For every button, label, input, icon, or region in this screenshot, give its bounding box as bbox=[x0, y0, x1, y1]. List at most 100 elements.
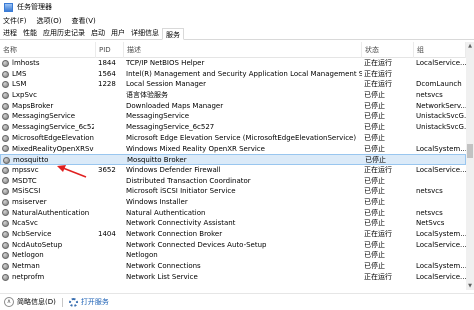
service-icon bbox=[2, 91, 9, 99]
service-pid bbox=[98, 250, 124, 261]
column-header-pid[interactable]: PID bbox=[96, 42, 124, 58]
table-row[interactable]: Netlogon Netlogon 已停止 bbox=[0, 250, 466, 261]
service-name: NaturalAuthentication bbox=[2, 208, 94, 219]
service-name: Netlogon bbox=[2, 250, 94, 261]
service-status: 已停止 bbox=[364, 262, 385, 271]
service-icon bbox=[2, 166, 9, 174]
table-row[interactable]: NcbService 1404 Network Connection Broker 正… bbox=[0, 229, 466, 240]
task-manager-icon bbox=[4, 2, 13, 12]
menu-view[interactable]: 查看(V) bbox=[71, 16, 95, 26]
service-pid: 1564 bbox=[98, 69, 116, 78]
table-row[interactable]: mosquitto Mosquitto Broker 已停止 bbox=[0, 154, 466, 165]
service-pid: 1404 bbox=[98, 230, 116, 238]
service-pid bbox=[98, 133, 124, 144]
table-row[interactable]: NcaSvc Network Connectivity Assistant 已停止 N… bbox=[0, 218, 466, 229]
service-icon bbox=[2, 252, 9, 260]
service-name-text: NcbService bbox=[12, 230, 52, 238]
table-row[interactable]: NaturalAuthentication Natural Authenticat… bbox=[0, 208, 466, 219]
service-name-text: MessagingService bbox=[12, 112, 76, 121]
tab-users[interactable]: 用户 bbox=[108, 27, 128, 39]
table-row[interactable]: MSiSCSI Microsoft iSCSI Initiator Service… bbox=[0, 186, 466, 197]
service-name: MessagingService bbox=[2, 111, 94, 122]
service-pid bbox=[98, 208, 124, 219]
service-name: lmhosts bbox=[2, 58, 94, 69]
column-header-group[interactable]: 组 bbox=[414, 42, 466, 58]
column-header-name[interactable]: 名称 bbox=[0, 42, 96, 58]
service-description: MessagingService bbox=[126, 112, 190, 121]
tab-processes[interactable]: 进程 bbox=[0, 27, 20, 39]
service-status: 正在运行 bbox=[364, 165, 392, 174]
service-name-text: msiserver bbox=[12, 197, 47, 206]
tab-services[interactable]: 服务 bbox=[162, 28, 184, 40]
service-description: Windows Defender Firewall bbox=[126, 165, 221, 174]
service-icon bbox=[2, 134, 9, 142]
scroll-thumb[interactable] bbox=[467, 144, 473, 158]
scroll-up-arrow-icon[interactable]: ▲ bbox=[466, 42, 474, 50]
service-description: MessagingService_6c527 bbox=[126, 123, 215, 132]
service-name-text: MixedRealityOpenXRSvc bbox=[12, 144, 94, 153]
service-name: msiserver bbox=[2, 197, 94, 208]
service-status: 正在运行 bbox=[364, 230, 392, 238]
column-header-description[interactable]: 描述 bbox=[124, 42, 362, 58]
scroll-down-arrow-icon[interactable]: ▼ bbox=[466, 282, 474, 290]
services-gear-icon[interactable] bbox=[68, 297, 78, 307]
service-status: 已停止 bbox=[364, 219, 385, 228]
service-group: LocalService... bbox=[416, 272, 466, 281]
table-row[interactable]: msiserver Windows Installer 已停止 bbox=[0, 197, 466, 208]
title-bar: 任务管理器 bbox=[0, 0, 474, 14]
service-description: 语言体验服务 bbox=[126, 91, 168, 100]
service-status: 正在运行 bbox=[364, 59, 392, 67]
table-row[interactable]: mpssvc 3652 Windows Defender Firewall 正在运行 L… bbox=[0, 165, 466, 176]
service-name: NcdAutoSetup bbox=[2, 240, 94, 251]
table-row[interactable]: LSM 1228 Local Session Manager 正在运行 DcomLaun… bbox=[0, 79, 466, 90]
table-body: lmhosts 1844 TCP/IP NetBIOS Helper 正在运行 Loca… bbox=[0, 58, 466, 282]
window-title: 任务管理器 bbox=[17, 3, 52, 11]
service-name: MSDTC bbox=[2, 176, 94, 187]
menu-file[interactable]: 文件(F) bbox=[3, 16, 27, 26]
service-name: MapsBroker bbox=[2, 101, 94, 112]
service-group bbox=[416, 176, 466, 187]
table-row[interactable]: MapsBroker Downloaded Maps Manager 已停止 Netw… bbox=[0, 101, 466, 112]
menu-options[interactable]: 选项(O) bbox=[37, 16, 62, 26]
service-status: 已停止 bbox=[364, 197, 385, 206]
table-row[interactable]: LMS 1564 Intel(R) Management and Security … bbox=[0, 69, 466, 80]
service-status: 已停止 bbox=[364, 91, 385, 100]
vertical-scrollbar[interactable]: ▲ ▼ bbox=[466, 42, 474, 290]
service-icon bbox=[2, 113, 9, 121]
service-description: Local Session Manager bbox=[126, 80, 206, 89]
tab-app-history[interactable]: 应用历史记录 bbox=[40, 27, 88, 39]
service-pid bbox=[98, 197, 124, 208]
service-group: LocalService... bbox=[416, 165, 466, 174]
service-status: 正在运行 bbox=[364, 80, 392, 89]
fewer-details-link[interactable]: 简略信息(D) bbox=[17, 297, 56, 307]
column-header-status[interactable]: 状态 bbox=[362, 42, 414, 58]
service-name-text: NcdAutoSetup bbox=[12, 240, 63, 249]
table-row[interactable]: MixedRealityOpenXRSvc Windows Mixed Reali… bbox=[0, 144, 466, 155]
service-name-text: lmhosts bbox=[12, 59, 40, 67]
table-row[interactable]: NcdAutoSetup Network Connected Devices Au… bbox=[0, 240, 466, 251]
table-row[interactable]: MessagingService_6c527 MessagingService_6… bbox=[0, 122, 466, 133]
table-row[interactable]: lmhosts 1844 TCP/IP NetBIOS Helper 正在运行 Loca… bbox=[0, 58, 466, 69]
service-description: Network List Service bbox=[126, 272, 198, 281]
service-pid bbox=[98, 144, 124, 155]
tab-performance[interactable]: 性能 bbox=[20, 27, 40, 39]
chevron-up-icon[interactable]: ∧ bbox=[4, 297, 14, 307]
table-row[interactable]: netprofm Network List Service 正在运行 LocalSer… bbox=[0, 272, 466, 283]
service-status: 已停止 bbox=[364, 144, 385, 153]
service-group: LocalSystem... bbox=[416, 144, 466, 153]
tab-details[interactable]: 详细信息 bbox=[128, 27, 162, 39]
table-row[interactable]: MSDTC Distributed Transaction Coordinator… bbox=[0, 176, 466, 187]
service-group: UnistackSvcG... bbox=[416, 123, 466, 132]
service-status: 正在运行 bbox=[364, 69, 392, 78]
table-row[interactable]: Netman Network Connections 已停止 LocalSystem.… bbox=[0, 261, 466, 272]
tab-startup[interactable]: 启动 bbox=[88, 27, 108, 39]
table-row[interactable]: LxpSvc 语言体验服务 已停止 netsvcs bbox=[0, 90, 466, 101]
service-group: netsvcs bbox=[416, 91, 443, 100]
service-name-text: MapsBroker bbox=[12, 101, 54, 110]
open-services-link[interactable]: 打开服务 bbox=[81, 297, 109, 307]
table-row[interactable]: MicrosoftEdgeElevationS... Microsoft Edge… bbox=[0, 133, 466, 144]
status-footer: ∧ 简略信息(D) 打开服务 bbox=[0, 293, 474, 310]
service-icon bbox=[2, 198, 9, 206]
table-row[interactable]: MessagingService MessagingService 已停止 Unist… bbox=[0, 111, 466, 122]
service-group: LocalSystem... bbox=[416, 230, 466, 238]
